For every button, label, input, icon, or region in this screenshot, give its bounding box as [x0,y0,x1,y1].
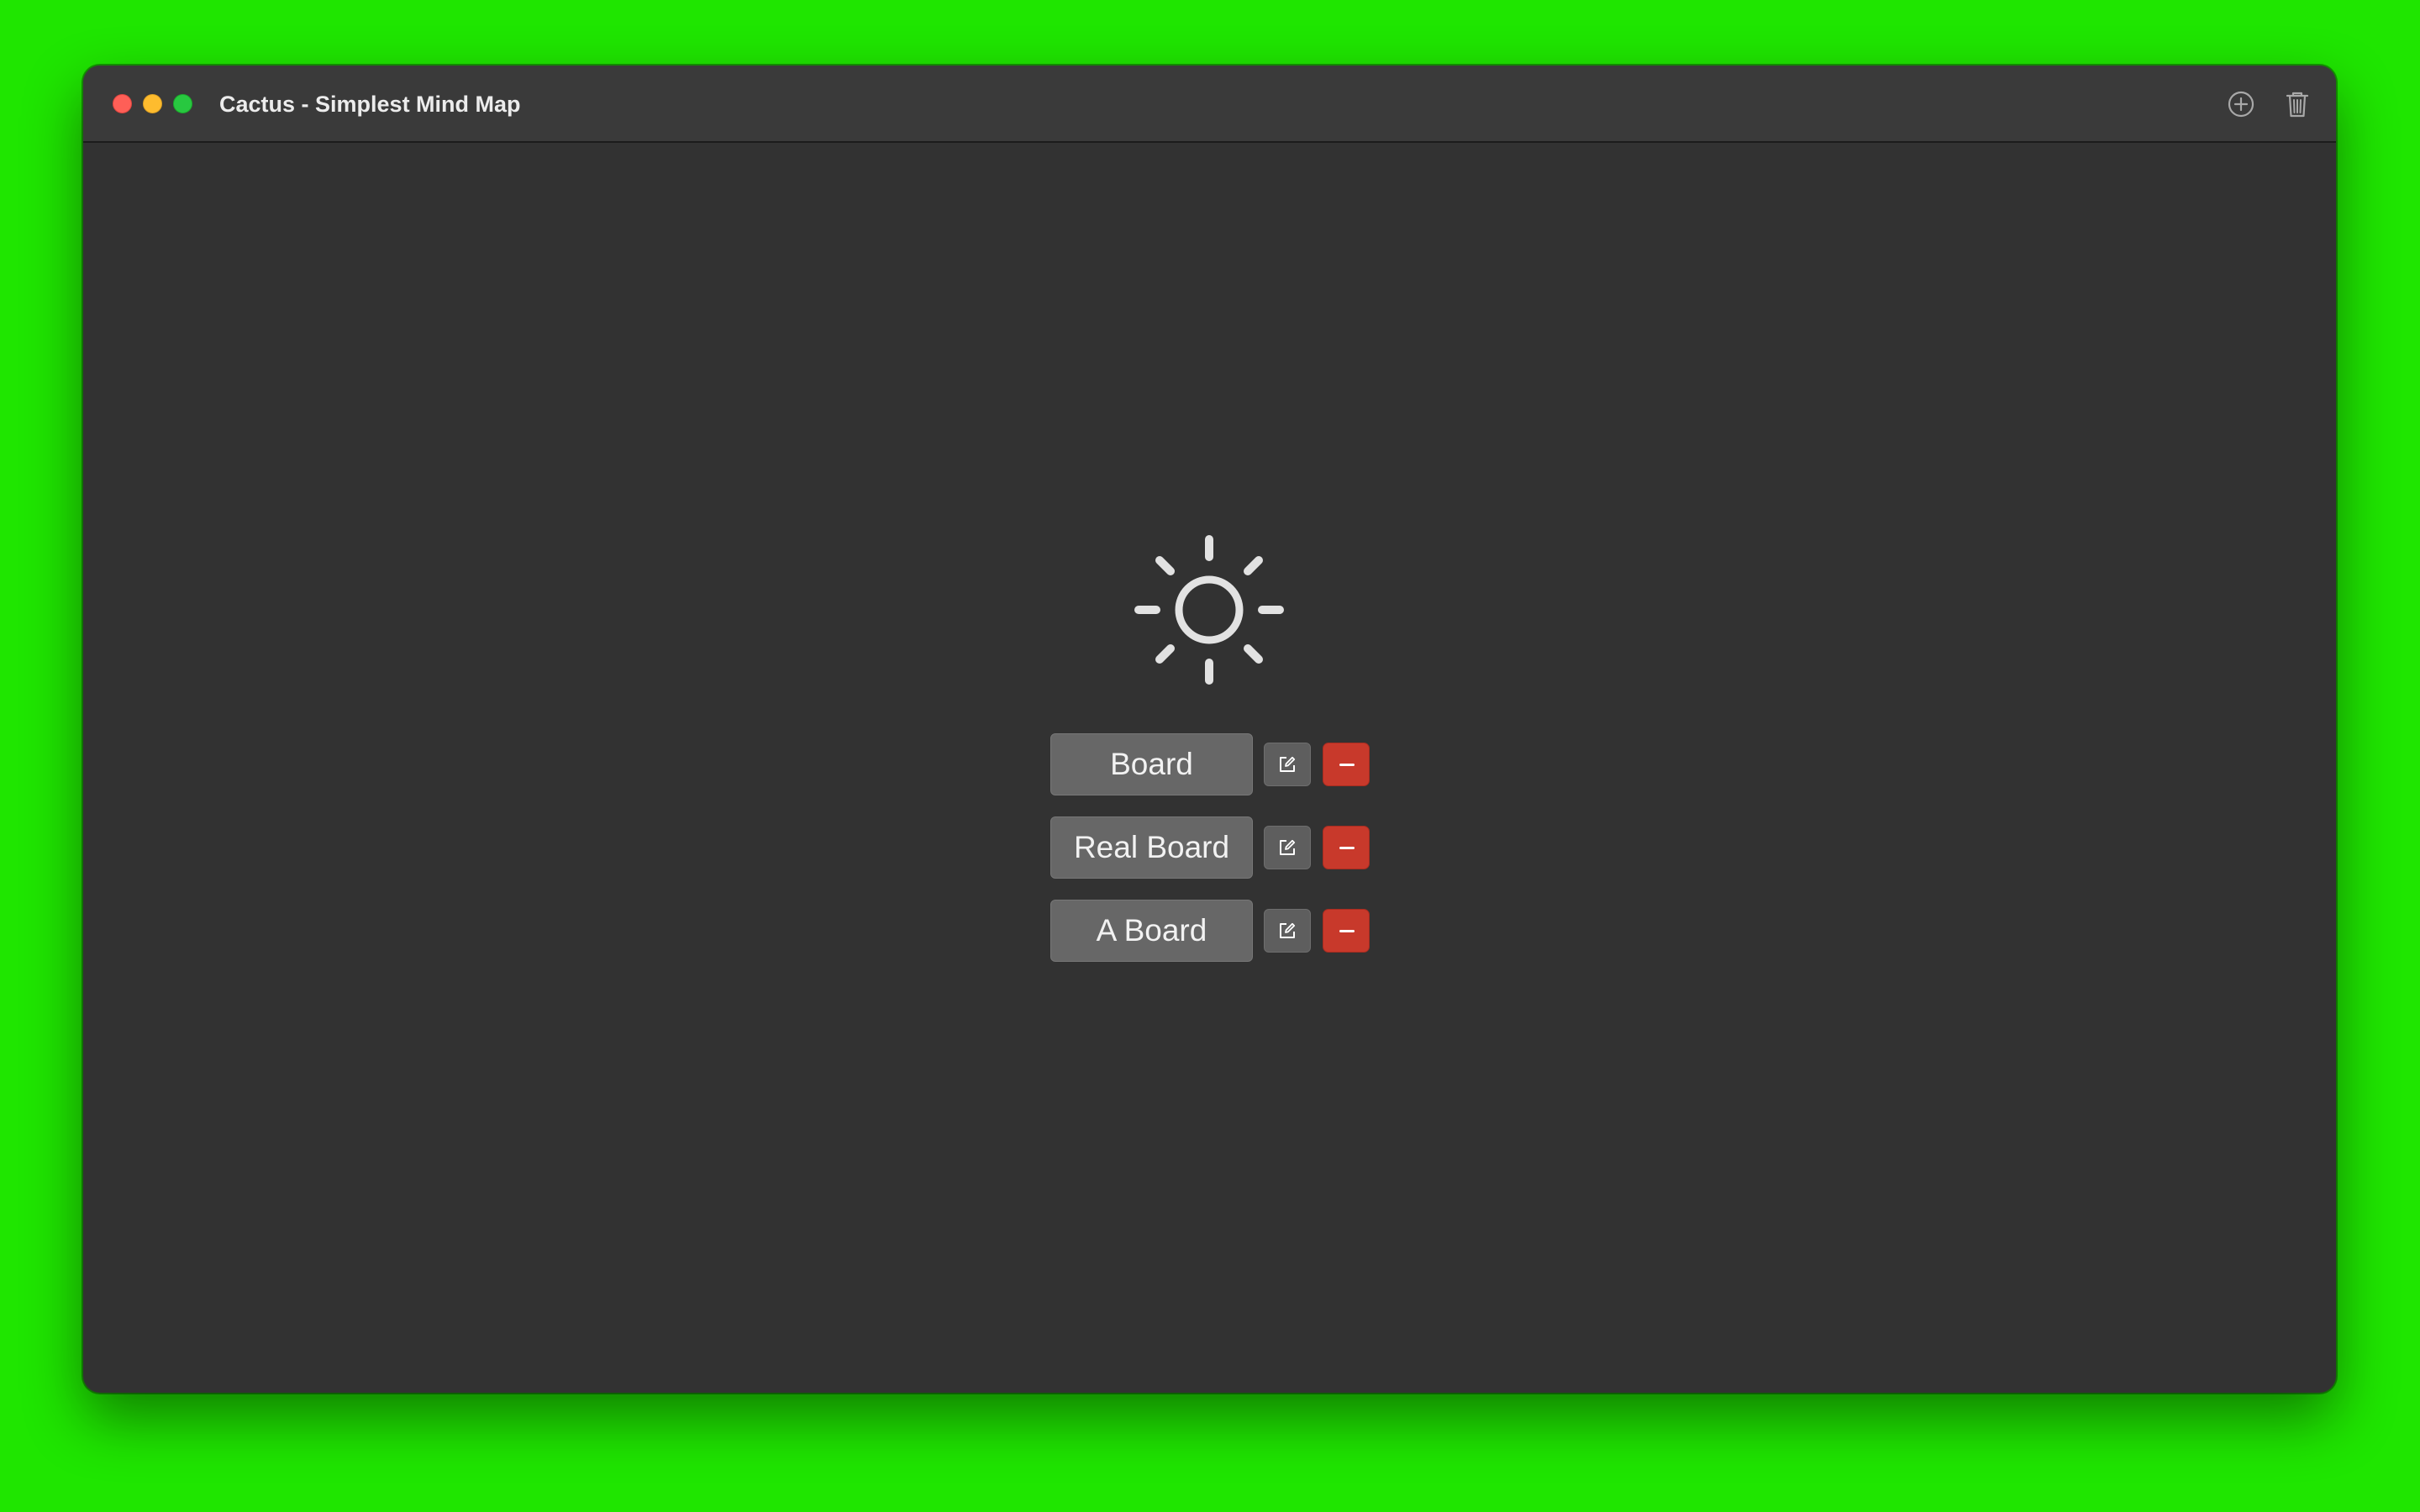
title-bar: Cactus - Simplest Mind Map [83,66,2336,143]
open-board-button[interactable]: A Board [1050,900,1253,962]
edit-board-button[interactable] [1264,743,1311,786]
open-board-button[interactable]: Real Board [1050,816,1253,879]
plus-circle-icon[interactable] [2226,89,2256,119]
minus-icon [1339,847,1355,849]
delete-board-button[interactable] [1323,826,1370,869]
edit-icon [1280,922,1296,938]
close-window-button[interactable] [113,94,132,113]
maximize-window-button[interactable] [173,94,192,113]
app-window: Cactus - Simplest Mind Map Board Real Bo… [83,66,2336,1393]
sun-icon[interactable] [1131,532,1287,688]
minus-icon [1339,930,1355,932]
minus-icon [1339,764,1355,766]
edit-board-button[interactable] [1264,909,1311,953]
delete-board-button[interactable] [1323,909,1370,953]
open-board-button[interactable]: Board [1050,733,1253,795]
window-title: Cactus - Simplest Mind Map [219,92,521,117]
edit-board-button[interactable] [1264,826,1311,869]
edit-icon [1280,756,1296,772]
delete-board-button[interactable] [1323,743,1370,786]
trash-icon[interactable] [2282,89,2312,119]
edit-icon [1280,839,1296,855]
minimize-window-button[interactable] [143,94,162,113]
